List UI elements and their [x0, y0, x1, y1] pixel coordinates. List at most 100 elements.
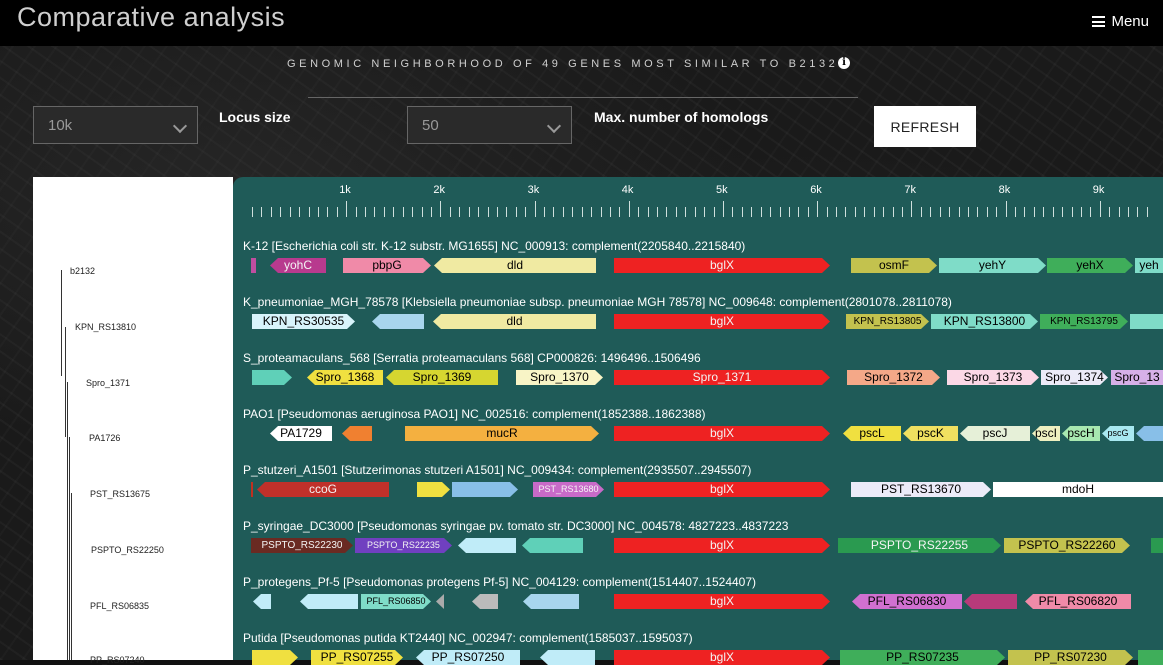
- scale-tick: [893, 207, 894, 217]
- gene-arrow[interactable]: [252, 370, 292, 385]
- max-homologs-select[interactable]: 50: [407, 106, 572, 144]
- scale-tick: [1119, 207, 1120, 217]
- gene-arrow[interactable]: [1151, 538, 1163, 553]
- gene-arrow[interactable]: mdoH: [993, 482, 1163, 497]
- scale-tick: [996, 207, 997, 217]
- genome-row-label: PAO1 [Pseudomonas aeruginosa PAO1] NC_00…: [243, 407, 706, 421]
- gene-arrow[interactable]: Spro_1374: [1041, 370, 1108, 385]
- gene-arrow[interactable]: Spro_1370: [516, 370, 603, 385]
- scale-tick: [1034, 207, 1035, 217]
- gene-arrow[interactable]: [300, 594, 358, 609]
- scale-tick: [280, 207, 281, 217]
- gene-arrow[interactable]: mucR: [405, 426, 599, 441]
- gene-arrow[interactable]: [252, 650, 298, 665]
- gene-arrow[interactable]: pscL: [843, 426, 901, 441]
- scale-tick: [356, 207, 357, 217]
- chevron-down-icon: [172, 118, 188, 134]
- gene-arrow[interactable]: KPN_RS13805: [846, 314, 929, 329]
- refresh-button[interactable]: REFRESH: [874, 106, 976, 147]
- gene-arrow[interactable]: [1130, 314, 1163, 329]
- gene-arrow[interactable]: Spro_1372: [847, 370, 940, 385]
- gene-arrow[interactable]: bglX: [614, 650, 830, 665]
- gene-arrow[interactable]: PFL_RS06820: [1025, 594, 1131, 609]
- gene-arrow[interactable]: PFL_RS06830: [852, 594, 962, 609]
- gene-arrow[interactable]: [964, 594, 1017, 609]
- scale-tick: [827, 207, 828, 217]
- gene-arrow[interactable]: bglX: [614, 538, 830, 553]
- gene-arrow[interactable]: PST_RS13670: [851, 482, 991, 497]
- gene-arrow[interactable]: PSPTO_RS22260: [1004, 538, 1130, 553]
- locus-size-select[interactable]: 10k: [33, 106, 198, 144]
- info-icon[interactable]: i: [838, 57, 850, 69]
- gene-arrow[interactable]: ccoG: [257, 482, 389, 497]
- scale-tick: [968, 207, 969, 217]
- scale-tick: [591, 207, 592, 217]
- scale-tick: [393, 207, 394, 217]
- gene-arrow[interactable]: yeh: [1135, 258, 1163, 273]
- gene-arrow[interactable]: PSPTO_RS22255: [838, 538, 1001, 553]
- genome-row-label: S_proteamaculans_568 [Serratia proteamac…: [243, 351, 701, 365]
- gene-arrow[interactable]: [251, 258, 256, 273]
- gene-arrow[interactable]: PP_RS07230: [1008, 650, 1133, 665]
- gene-arrow[interactable]: pscH: [1062, 426, 1100, 441]
- scale-tick: [751, 207, 752, 217]
- hamburger-icon: [1092, 16, 1106, 27]
- gene-arrow[interactable]: bglX: [614, 258, 830, 273]
- scale-tick: [629, 201, 630, 217]
- gene-arrow[interactable]: PSPTO_RS22235: [355, 538, 452, 553]
- scale-tick: [1090, 207, 1091, 217]
- gene-arrow[interactable]: [452, 482, 518, 497]
- gene-arrow[interactable]: PP_RS07250: [416, 650, 520, 665]
- gene-arrow[interactable]: pbpG: [343, 258, 431, 273]
- tree-branch: [71, 493, 72, 660]
- gene-arrow[interactable]: [523, 594, 579, 609]
- genome-row-label: K_pneumoniae_MGH_78578 [Klebsiella pneum…: [243, 295, 952, 309]
- gene-arrow[interactable]: bglX: [614, 482, 830, 497]
- scale-tick: [949, 207, 950, 217]
- gene-arrow[interactable]: dld: [433, 314, 596, 329]
- gene-arrow[interactable]: Spro_1368: [307, 370, 383, 385]
- gene-arrow[interactable]: KPN_RS13800: [931, 314, 1038, 329]
- scale-label: 6k: [810, 184, 822, 196]
- gene-arrow[interactable]: yehY: [939, 258, 1046, 273]
- scale-tick: [1137, 207, 1138, 217]
- gene-arrow[interactable]: bglX: [614, 594, 830, 609]
- gene-arrow[interactable]: yehX: [1047, 258, 1133, 273]
- gene-arrow[interactable]: PST_RS13680: [533, 482, 604, 497]
- gene-arrow[interactable]: PSPTO_RS22230: [251, 538, 353, 553]
- gene-arrow[interactable]: Spro_1369: [386, 370, 498, 385]
- scale-tick: [732, 207, 733, 217]
- gene-arrow[interactable]: yohC: [270, 258, 326, 273]
- gene-arrow[interactable]: [251, 482, 253, 497]
- gene-arrow[interactable]: [372, 314, 424, 329]
- gene-arrow[interactable]: Spro_13: [1111, 370, 1163, 385]
- gene-arrow[interactable]: bglX: [614, 426, 830, 441]
- gene-arrow[interactable]: dld: [434, 258, 596, 273]
- gene-arrow[interactable]: PA1729: [270, 426, 332, 441]
- scale-tick: [299, 207, 300, 217]
- gene-arrow[interactable]: KPN_RS30535: [252, 314, 355, 329]
- gene-arrow[interactable]: [540, 650, 595, 665]
- scale-tick: [582, 207, 583, 217]
- tree-leaf-label: KPN_RS13810: [75, 322, 137, 332]
- scale-tick: [1006, 201, 1007, 217]
- gene-arrow[interactable]: bglX: [614, 314, 830, 329]
- gene-arrow[interactable]: Spro_1371: [614, 370, 830, 385]
- gene-arrow[interactable]: pscK: [903, 426, 958, 441]
- scale-tick: [902, 207, 903, 217]
- gene-arrow[interactable]: pscJ: [960, 426, 1030, 441]
- scale-label: 5k: [716, 184, 728, 196]
- menu-button[interactable]: Menu: [1092, 13, 1149, 30]
- gene-arrow[interactable]: Spro_1373: [947, 370, 1039, 385]
- scale-tick: [309, 207, 310, 217]
- gene-arrow[interactable]: PFL_RS06850: [361, 594, 431, 609]
- gene-arrow[interactable]: PP_RS07235: [840, 650, 1005, 665]
- gene-arrow[interactable]: KPN_RS13795: [1040, 314, 1128, 329]
- gene-arrow[interactable]: [458, 538, 516, 553]
- gene-arrow[interactable]: PP_RS07255: [311, 650, 403, 665]
- scale-tick: [695, 207, 696, 217]
- scale-tick: [337, 207, 338, 217]
- gene-arrow[interactable]: [1138, 650, 1163, 665]
- gene-arrow[interactable]: [522, 538, 583, 553]
- gene-arrow[interactable]: osmF: [851, 258, 937, 273]
